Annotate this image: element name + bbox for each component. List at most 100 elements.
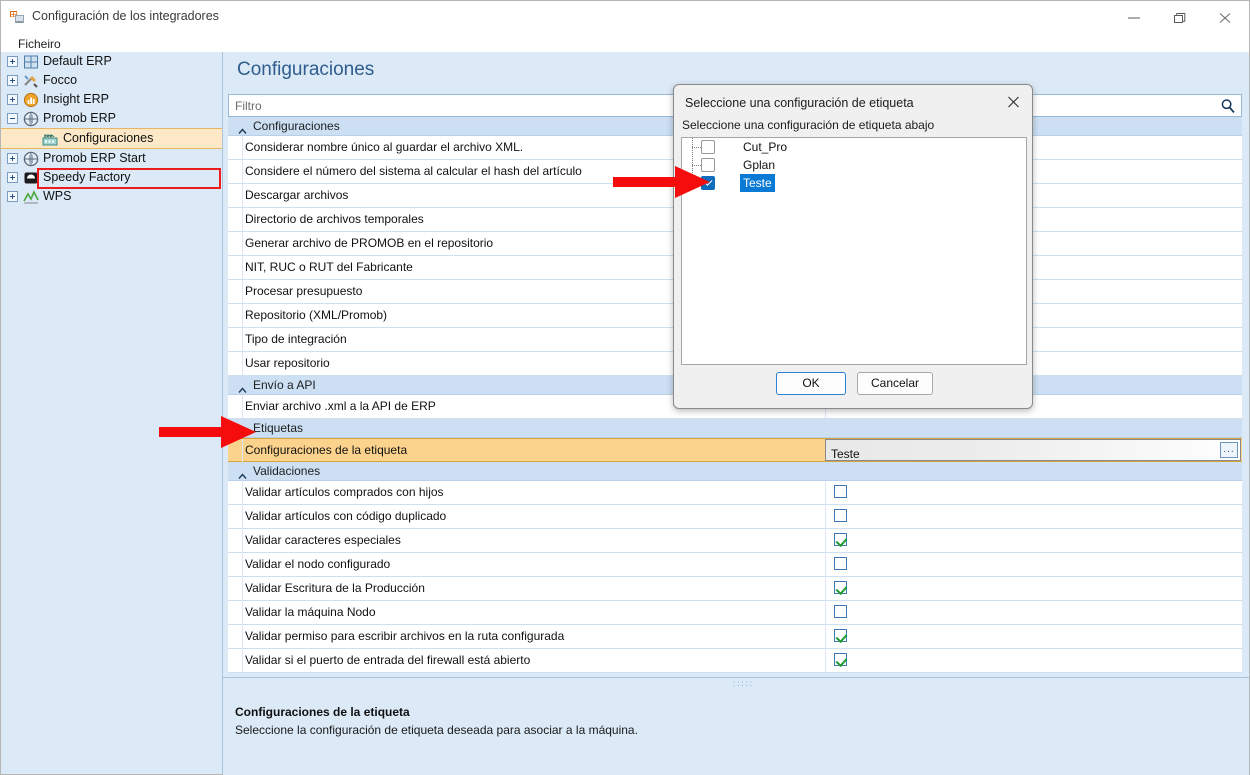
label-configuration-dialog: Seleccione una configuración de etiqueta…	[673, 84, 1033, 409]
row-value-divider	[825, 481, 826, 504]
setting-name: Repositorio (XML/Promob)	[245, 308, 388, 322]
setting-checkbox[interactable]	[834, 605, 847, 618]
tree-item-promob-erp-start[interactable]: Promob ERP Start	[1, 149, 222, 168]
settings-row[interactable]: Validar artículos comprados con hijos	[228, 481, 1242, 505]
row-indent-divider	[242, 577, 243, 600]
setting-checkbox[interactable]	[834, 581, 847, 594]
row-indent-divider	[242, 649, 243, 672]
integrators-tree-panel: Default ERP Focco Insight ERP Promob ERP Con…	[1, 52, 223, 774]
row-indent-divider	[242, 208, 243, 231]
settings-row[interactable]: Validar artículos con código duplicado	[228, 505, 1242, 529]
list-item[interactable]: Gplan	[682, 156, 1026, 174]
dialog-close-button[interactable]	[1000, 91, 1026, 113]
settings-row[interactable]: Validar si el puerto de entrada del fire…	[228, 649, 1242, 673]
title-bar: Configuración de los integradores	[1, 1, 1249, 35]
setting-checkbox[interactable]	[834, 557, 847, 570]
configuraciones-icon	[42, 131, 58, 147]
expand-icon[interactable]	[7, 153, 18, 164]
settings-row[interactable]: Validar caracteres especiales	[228, 529, 1242, 553]
tree-item-label: Promob ERP	[43, 111, 116, 125]
row-indent-divider	[242, 232, 243, 255]
setting-checkbox[interactable]	[834, 509, 847, 522]
expand-icon[interactable]	[7, 75, 18, 86]
row-indent-divider	[242, 280, 243, 303]
setting-name: Considerar nombre único al guardar el ar…	[245, 140, 524, 154]
row-value-divider	[825, 505, 826, 528]
tree-item-focco[interactable]: Focco	[1, 71, 222, 90]
dialog-cancel-button[interactable]: Cancelar	[857, 372, 933, 395]
setting-name: Validar si el puerto de entrada del fire…	[245, 653, 531, 667]
settings-row[interactable]: Configuraciones de la etiqueta Teste...	[228, 438, 1242, 462]
group-header-validaciones[interactable]: Validaciones	[228, 462, 1242, 481]
setting-name: Validar caracteres especiales	[245, 533, 401, 547]
list-item-label: Teste	[740, 174, 775, 192]
expand-icon[interactable]	[7, 94, 18, 105]
setting-checkbox[interactable]	[834, 653, 847, 666]
label-configuration-list[interactable]: Cut_Pro Gplan Teste	[681, 137, 1027, 365]
settings-row[interactable]: Validar Escritura de la Producción	[228, 577, 1242, 601]
list-item-checkbox[interactable]	[701, 140, 715, 154]
setting-name: Descargar archivos	[245, 188, 349, 202]
collapse-icon[interactable]	[7, 113, 18, 124]
setting-name: Procesar presupuesto	[245, 284, 363, 298]
setting-checkbox[interactable]	[834, 533, 847, 546]
list-item-label: Gplan	[743, 158, 776, 172]
group-header-label: Validaciones	[253, 464, 321, 478]
chevron-up-icon[interactable]	[238, 467, 247, 479]
list-item[interactable]: Teste	[682, 174, 1026, 192]
minimize-button[interactable]	[1111, 1, 1157, 33]
settings-row[interactable]: Validar la máquina Nodo	[228, 601, 1242, 625]
tree-item-default-erp[interactable]: Default ERP	[1, 52, 222, 71]
tree-item-configuraciones[interactable]: Configuraciones	[1, 128, 222, 149]
menu-item-ficheiro[interactable]: Ficheiro	[13, 36, 66, 52]
expand-icon[interactable]	[7, 172, 18, 183]
row-value-divider	[825, 577, 826, 600]
tree-item-wps[interactable]: WPS	[1, 187, 222, 206]
row-indent-divider	[242, 136, 243, 159]
chevron-up-icon[interactable]	[238, 122, 247, 134]
red-arrow-icon-dialog	[613, 165, 711, 202]
chevron-up-icon[interactable]	[238, 381, 247, 393]
row-indent-divider	[242, 529, 243, 552]
row-value-divider	[825, 625, 826, 648]
tree-item-label: WPS	[43, 189, 72, 203]
setting-name: Directorio de archivos temporales	[245, 212, 424, 226]
browse-ellipsis-button[interactable]: ...	[1220, 442, 1238, 458]
filter-placeholder: Filtro	[235, 99, 262, 113]
setting-checkbox[interactable]	[834, 485, 847, 498]
settings-row[interactable]: Validar permiso para escribir archivos e…	[228, 625, 1242, 649]
tree-item-label: Configuraciones	[63, 131, 154, 145]
group-header-etiquetas[interactable]: Etiquetas	[228, 419, 1242, 438]
tree-item-promob-erp[interactable]: Promob ERP	[1, 109, 222, 128]
setting-name: Validar artículos con código duplicado	[245, 509, 447, 523]
row-indent-divider	[242, 256, 243, 279]
row-indent-divider	[242, 625, 243, 648]
setting-editor-cell[interactable]: Teste...	[825, 439, 1241, 461]
search-icon[interactable]	[1220, 98, 1236, 114]
menu-bar: Ficheiro	[1, 34, 1249, 52]
maximize-button[interactable]	[1157, 1, 1203, 33]
setting-name: Validar artículos comprados con hijos	[245, 485, 444, 499]
description-splitter[interactable]: :::::	[223, 678, 1249, 688]
row-indent-divider	[242, 352, 243, 375]
close-button[interactable]	[1203, 1, 1249, 33]
tree-line	[692, 147, 701, 148]
group-header-label: Envío a API	[253, 378, 316, 392]
list-item-label: Cut_Pro	[743, 140, 788, 154]
wps-icon	[23, 189, 39, 205]
expand-icon[interactable]	[7, 191, 18, 202]
red-highlight-box	[37, 168, 221, 189]
default-erp-icon	[23, 54, 39, 70]
settings-row[interactable]: Validar el nodo configurado	[228, 553, 1242, 577]
row-value-divider	[825, 601, 826, 624]
setting-name: Enviar archivo .xml a la API de ERP	[245, 399, 436, 413]
tree-item-label: Promob ERP Start	[43, 151, 146, 165]
red-arrow-icon-row	[159, 415, 257, 452]
setting-checkbox[interactable]	[834, 629, 847, 642]
tree-item-insight-erp[interactable]: Insight ERP	[1, 90, 222, 109]
row-indent-divider	[242, 481, 243, 504]
dialog-ok-button[interactable]: OK	[776, 372, 846, 395]
setting-name: Validar la máquina Nodo	[245, 605, 376, 619]
list-item[interactable]: Cut_Pro	[682, 138, 1026, 156]
expand-icon[interactable]	[7, 56, 18, 67]
